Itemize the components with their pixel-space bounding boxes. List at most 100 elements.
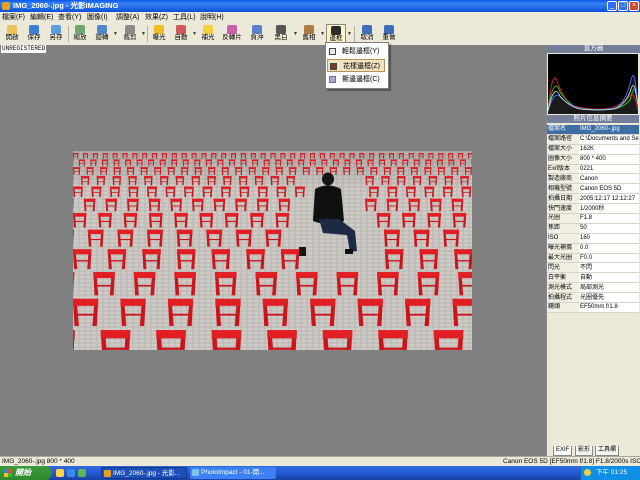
media-icon[interactable]: [78, 469, 86, 477]
stool-seat: [161, 153, 168, 155]
start-button[interactable]: 開始: [0, 466, 52, 480]
stool-seat: [368, 186, 379, 190]
old-photo-button[interactable]: 舊相: [299, 24, 319, 44]
stool-seat: [192, 198, 204, 202]
stool-seat: [437, 167, 445, 170]
frame-menu-item-label: 撕邊邊框(C): [342, 76, 380, 83]
save-as-button[interactable]: 另存: [46, 24, 66, 44]
app-icon: [2, 2, 10, 10]
bw-dropdown-arrow[interactable]: ▼: [293, 31, 298, 37]
stool-seat: [175, 176, 185, 179]
stool-seat: [221, 153, 227, 155]
resize-button[interactable]: 縮放: [70, 24, 90, 44]
frame-menu-item-pattern[interactable]: 花樣邊框(Z): [327, 59, 385, 72]
crop-label: 裁剪: [123, 34, 137, 41]
tray-icon[interactable]: [584, 469, 591, 476]
stool-seat: [235, 167, 243, 170]
auto-dropdown-arrow[interactable]: ▼: [192, 31, 197, 37]
task-label: PhotoImpact - 01-開...: [201, 469, 265, 476]
stool-seat: [96, 176, 106, 179]
undo-button[interactable]: 取消: [357, 24, 377, 44]
stool-seat: [202, 186, 213, 190]
menu-edit[interactable]: 編輯(E): [30, 13, 53, 22]
open-button[interactable]: 開啟: [2, 24, 22, 44]
frame-menu-item-simple[interactable]: 輕鬆邊框(Y): [327, 45, 385, 58]
frame-dropdown-arrow[interactable]: ▼: [347, 31, 352, 37]
info-key: 檔案大小: [547, 144, 579, 155]
info-row: 拍攝程式 光圈優先: [547, 292, 639, 304]
menu-tools[interactable]: 工具(L): [173, 13, 196, 22]
rotate-dropdown-arrow[interactable]: ▼: [113, 31, 118, 37]
photo-image[interactable]: [73, 151, 472, 350]
stool-seat: [319, 153, 325, 155]
stool-seat: [316, 167, 324, 170]
reversal-film-button[interactable]: 反轉片: [220, 24, 244, 44]
open-folder-icon: [7, 25, 17, 34]
fill-light-button[interactable]: 補光: [198, 24, 218, 44]
stool-seat: [254, 176, 264, 179]
browser-icon[interactable]: [67, 469, 75, 477]
save-button[interactable]: 保存: [24, 24, 44, 44]
info-key: 測光模式: [547, 282, 579, 294]
pattern-frame-icon: [330, 63, 337, 70]
stool-seat: [280, 153, 286, 155]
info-value: Canon: [579, 173, 639, 185]
menu-help[interactable]: 說明(H): [200, 13, 224, 22]
menu-effects[interactable]: 效果(Z): [145, 13, 168, 22]
stool-seat: [367, 159, 374, 162]
info-row: Exif版本 0221: [547, 164, 639, 175]
stool-seat: [142, 249, 161, 255]
black-white-button[interactable]: 黑白: [270, 24, 292, 44]
stool-seat: [365, 198, 377, 202]
taskbar-item-photoimpact[interactable]: PhotoImpact - 01-開...: [190, 467, 276, 479]
stool-seat: [133, 272, 156, 279]
tab-toolbar[interactable]: 工具欄: [595, 446, 620, 456]
stool-seat: [251, 159, 259, 162]
exposure-button[interactable]: 曝光: [149, 24, 169, 44]
stool-seat: [425, 159, 432, 162]
desktop-icon[interactable]: [56, 469, 64, 477]
stool-seat: [454, 249, 472, 255]
close-button[interactable]: ×: [629, 1, 639, 11]
stool-seat: [73, 212, 87, 217]
stool-seat: [112, 176, 121, 179]
tab-exif[interactable]: EXIF: [553, 446, 573, 456]
info-value: 不閃: [579, 262, 639, 274]
old-photo-dropdown-arrow[interactable]: ▼: [320, 31, 325, 37]
photo-info-table: 檔案名IMG_2060-.jpg檔案路徑C:\Documents and Set…: [547, 125, 639, 313]
auto-button[interactable]: 自動: [171, 24, 191, 44]
black-white-label: 黑白: [274, 34, 288, 41]
info-row: 拍攝日期 2005:12:17 12:12:27: [547, 193, 639, 205]
info-key: 圖像大小: [547, 154, 579, 165]
stool-seat: [250, 153, 256, 155]
stool-seat: [265, 229, 282, 235]
cross-process-button[interactable]: 負沖: [246, 24, 268, 44]
taskbar-item-imaging[interactable]: IMG_2060-.jpg - 光影...: [101, 467, 187, 479]
frame-button[interactable]: 邊框: [326, 24, 346, 44]
menu-adjust[interactable]: 調整(A): [116, 13, 139, 22]
crop-dropdown-arrow[interactable]: ▼: [141, 31, 146, 37]
stool-seat: [402, 159, 409, 162]
frame-menu-item-torn[interactable]: 撕邊邊框(C): [327, 73, 385, 86]
taskbar: 開始 IMG_2060-.jpg - 光影... PhotoImpact - 0…: [0, 466, 640, 480]
tab-shape[interactable]: 影形: [575, 446, 594, 456]
save-label: 保存: [27, 34, 41, 41]
stool-seat: [73, 198, 74, 202]
menu-file[interactable]: 檔案(F): [2, 13, 25, 22]
maximize-button[interactable]: □: [618, 1, 628, 11]
clock: 下午 01:25: [596, 469, 628, 476]
redo-button[interactable]: 重做: [379, 24, 399, 44]
menu-image[interactable]: 圖像(I): [87, 13, 108, 22]
minimize-button[interactable]: _: [607, 1, 617, 11]
rotate-button[interactable]: 旋轉: [92, 24, 112, 44]
stool-seat: [142, 153, 148, 155]
crop-button[interactable]: 裁剪: [120, 24, 140, 44]
stool-seat: [176, 249, 196, 255]
stool-seat: [87, 229, 104, 235]
stool-seat: [80, 176, 90, 179]
menu-view[interactable]: 查看(Y): [58, 13, 81, 22]
stool-seat: [122, 153, 128, 155]
stool-seat: [294, 186, 305, 190]
stool-seat: [102, 153, 108, 155]
stool-seat: [91, 186, 102, 190]
